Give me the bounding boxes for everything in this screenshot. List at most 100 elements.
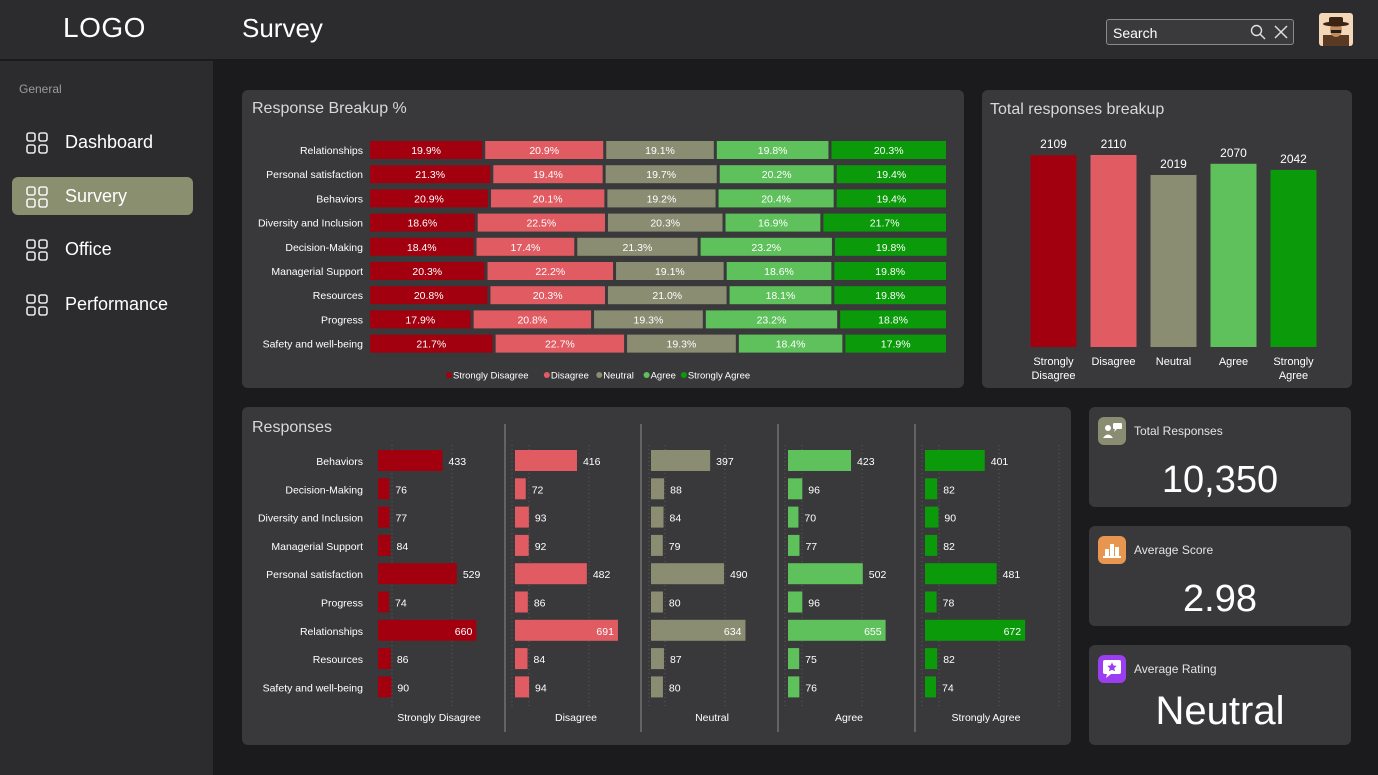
bar-disagree [515, 591, 528, 613]
category-label: Relationships [300, 145, 363, 157]
data-label: 19.1% [655, 266, 685, 278]
sidebar-heading: General [19, 82, 62, 96]
data-label: 20.3% [533, 290, 563, 302]
data-label: 481 [1003, 569, 1021, 581]
bar-strongly-disagree [378, 676, 392, 698]
bar-agree [788, 591, 803, 613]
category-label: Agree [1219, 356, 1248, 368]
data-label: 20.8% [517, 314, 547, 326]
kpi-label: Total Responses [1134, 424, 1223, 438]
category-label: Relationships [300, 626, 363, 638]
sidebar-item-label: Performance [65, 294, 169, 314]
data-label: 691 [596, 626, 614, 638]
series-label: Agree [835, 712, 863, 724]
close-icon[interactable] [1273, 24, 1289, 40]
bar-agree [788, 534, 800, 556]
bar-strongly-disagree [1030, 155, 1077, 347]
series-label: Strongly Disagree [397, 712, 481, 724]
category-label: Progress [321, 598, 363, 610]
category-label: Disagree [1031, 370, 1075, 382]
data-label: 21.3% [415, 169, 445, 181]
bar-strongly-agree [925, 676, 937, 698]
data-label: 86 [397, 654, 409, 666]
data-label: 22.5% [526, 218, 556, 230]
bar-disagree [515, 563, 587, 585]
kpi-value: 2.98 [1183, 578, 1257, 620]
bar-strongly-agree [925, 506, 939, 528]
category-label: Diversity and Inclusion [258, 513, 363, 525]
bar-neutral [651, 478, 665, 500]
legend-label: Neutral [603, 371, 634, 382]
bar-disagree [515, 506, 529, 528]
data-label: 18.1% [766, 290, 796, 302]
data-label: 19.4% [876, 169, 906, 181]
legend-label: Strongly Agree [688, 371, 750, 382]
data-label: 84 [670, 513, 682, 525]
sidebar-item-performance[interactable]: Performance [12, 285, 193, 323]
data-label: 94 [535, 682, 547, 694]
dashboard-icon [26, 239, 48, 261]
sidebar-item-dashboard[interactable]: Dashboard [12, 123, 193, 161]
bar-agree [788, 478, 803, 500]
bar-disagree [515, 478, 526, 500]
category-label: Safety and well-being [263, 339, 364, 351]
legend-marker [680, 372, 687, 378]
data-label: 529 [463, 569, 481, 581]
avatar[interactable] [1319, 13, 1353, 46]
star-message-icon [1098, 655, 1126, 683]
data-label: 22.2% [535, 266, 565, 278]
category-label: Agree [1279, 370, 1308, 382]
data-label: 80 [669, 598, 681, 610]
data-label: 92 [535, 541, 547, 553]
data-label: 655 [864, 626, 882, 638]
category-label: Diversity and Inclusion [258, 218, 363, 230]
data-label: 17.9% [881, 339, 911, 351]
data-label: 2109 [1040, 137, 1067, 151]
data-label: 79 [669, 541, 681, 553]
total-responses-kpi: Total Responses 10,350 [1089, 407, 1351, 507]
data-label: 18.4% [407, 242, 437, 254]
data-label: 672 [1004, 626, 1022, 638]
logo: LOGO [63, 12, 146, 43]
dashboard-icon [26, 294, 48, 316]
data-label: 490 [730, 569, 748, 581]
data-label: 20.1% [533, 193, 563, 205]
data-label: 96 [808, 484, 820, 496]
sidebar-item-office[interactable]: Office [12, 230, 193, 268]
data-label: 77 [395, 513, 407, 525]
bar-strongly-agree [925, 648, 938, 670]
responses-chart: Behaviors Decision-Making Diversity and In… [258, 424, 1060, 732]
bar-neutral [651, 676, 663, 698]
search-input[interactable] [1113, 24, 1243, 41]
data-label: 19.2% [647, 193, 677, 205]
sidebar-item-survery[interactable]: Survery [12, 177, 193, 215]
data-label: 77 [805, 541, 817, 553]
search-box [1106, 19, 1294, 45]
data-label: 2070 [1220, 146, 1247, 160]
bar-strongly-agree [925, 563, 997, 585]
legend-marker [643, 372, 650, 378]
bar-strongly-agree [925, 591, 937, 613]
bar-strongly-agree [925, 534, 938, 556]
data-label: 18.6% [764, 266, 794, 278]
data-label: 76 [395, 484, 407, 496]
bar-neutral [651, 563, 725, 585]
bar-strongly-agree [1270, 169, 1317, 347]
bar-strongly-agree [925, 450, 985, 471]
bar-agree [788, 506, 799, 528]
kpi-value: Neutral [1155, 689, 1285, 733]
data-label: 2110 [1101, 137, 1127, 151]
data-label: 84 [534, 654, 546, 666]
sidebar-item-label: Survery [65, 186, 128, 206]
data-label: 19.3% [634, 314, 664, 326]
data-label: 20.3% [650, 218, 680, 230]
data-label: 88 [670, 484, 682, 496]
data-label: 84 [397, 541, 409, 553]
top-bar: LOGO Survey [0, 0, 1378, 60]
bar-neutral [651, 591, 663, 613]
search-icon[interactable] [1250, 24, 1266, 40]
bar-agree [788, 563, 863, 585]
data-label: 74 [942, 682, 954, 694]
kpi-label: Average Rating [1134, 662, 1217, 676]
dashboard-icon [26, 186, 48, 208]
